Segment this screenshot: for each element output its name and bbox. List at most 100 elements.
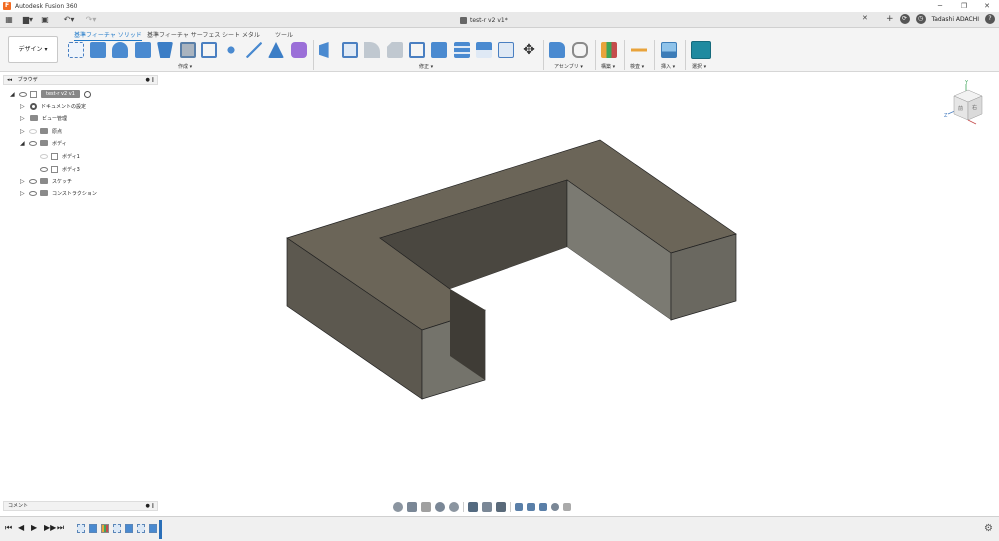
undo-icon[interactable]: ↶▾ [60, 14, 78, 26]
job-status-icon[interactable]: ⟳ [899, 14, 910, 24]
extrude-icon[interactable] [90, 42, 106, 58]
zoom-icon[interactable] [435, 501, 445, 512]
tab-surface[interactable]: 基準フィーチャ サーフェス [147, 30, 220, 39]
insert-image-icon[interactable] [661, 42, 677, 58]
tab-tools[interactable]: ツール [275, 30, 293, 39]
group-create[interactable]: 作成 ▾ [178, 63, 192, 70]
viewcube-right-face[interactable]: 右 [972, 104, 977, 111]
add-tab-button[interactable]: + [886, 14, 894, 24]
window-title: Autodesk Fusion 360 [15, 2, 78, 10]
measure-icon[interactable] [631, 42, 647, 58]
web-icon[interactable] [201, 42, 217, 58]
joint-icon[interactable] [572, 42, 588, 58]
grid-menu-icon[interactable]: ▦ [4, 14, 14, 26]
timeline-next-button[interactable]: ▶▶ [44, 523, 56, 532]
revolve-icon[interactable] [112, 42, 128, 58]
loft-icon[interactable] [157, 42, 173, 58]
timeline-play-button[interactable]: ▶ [31, 523, 37, 532]
combine-icon[interactable] [454, 42, 470, 58]
group-modify[interactable]: 修正 ▾ [419, 63, 433, 70]
select-icon[interactable] [691, 41, 711, 59]
select-vertex-icon[interactable] [551, 502, 559, 511]
sweep-icon[interactable] [135, 42, 151, 58]
orbit-icon[interactable] [393, 501, 403, 512]
pan-icon[interactable] [421, 501, 431, 512]
minimize-button[interactable]: ─ [928, 0, 952, 12]
group-construct[interactable]: 構築 ▾ [601, 63, 615, 70]
group-inspect[interactable]: 検査 ▾ [630, 63, 644, 70]
timeline-extrude-item[interactable] [125, 524, 133, 533]
save-icon[interactable]: ▣ [40, 14, 50, 26]
timeline-extrude-item[interactable] [89, 524, 97, 533]
file-menu-icon[interactable]: ▆▾ [20, 14, 36, 26]
group-insert[interactable]: 挿入 ▾ [661, 63, 675, 70]
timeline-sketch-item[interactable] [113, 524, 121, 533]
pyramid-icon[interactable] [268, 42, 284, 58]
new-component-icon[interactable] [549, 42, 565, 58]
offset-plane-icon[interactable] [601, 42, 617, 58]
separator [654, 40, 655, 70]
select-edge-icon[interactable] [539, 502, 547, 511]
title-bar: F Autodesk Fusion 360 ─ ❐ ✕ [0, 0, 999, 12]
move-icon[interactable]: ✥ [521, 42, 537, 58]
timeline-plane-item[interactable] [101, 524, 109, 533]
timeline-extrude-item[interactable] [149, 524, 157, 533]
select-all-icon[interactable] [563, 502, 571, 511]
viewcube[interactable]: Y Z 前 右 [944, 78, 994, 128]
comments-title: コメント [8, 503, 29, 509]
select-face-icon[interactable] [527, 502, 535, 511]
select-body-icon[interactable] [515, 502, 523, 511]
press-pull-icon[interactable] [319, 42, 329, 58]
timeline-marker[interactable] [159, 520, 162, 539]
pattern-icon[interactable] [223, 42, 239, 58]
fit-icon[interactable] [449, 501, 459, 512]
user-name[interactable]: Tadashi ADACHI [932, 16, 979, 23]
timeline-first-button[interactable]: ⏮ [5, 523, 12, 533]
timeline-settings-icon[interactable]: ⚙ [984, 523, 993, 534]
workspace-switcher[interactable]: デザイン ▾ [8, 36, 58, 63]
draft-icon[interactable] [409, 42, 425, 58]
scale-icon[interactable] [431, 42, 447, 58]
close-tab-button[interactable]: ✕ [862, 14, 868, 22]
timeline-last-button[interactable]: ⏭ [57, 523, 64, 533]
redo-icon[interactable]: ↷▾ [82, 14, 100, 26]
viewcube-front-face[interactable]: 前 [958, 105, 963, 112]
rib-icon[interactable] [180, 42, 196, 58]
comments-options-button[interactable]: ● ∥ [146, 502, 154, 510]
close-window-button[interactable]: ✕ [975, 0, 999, 12]
document-tab-bar: ▦ ▆▾ ▣ ↶▾ ↷▾ test-r v2 v1* ✕ + ⟳ ◷ Tadas… [0, 12, 999, 28]
document-cube-icon [460, 16, 467, 24]
chamfer-icon[interactable] [364, 42, 380, 58]
group-select[interactable]: 選択 ▾ [692, 63, 706, 70]
viewports-icon[interactable] [496, 501, 506, 512]
tab-sheet-metal[interactable]: シート メタル [222, 30, 260, 39]
document-tab[interactable]: test-r v2 v1* [460, 14, 508, 26]
notifications-icon[interactable]: ◷ [915, 14, 926, 24]
separator [510, 501, 511, 512]
viewcube-axis-y: Y [964, 80, 969, 86]
viewport-canvas[interactable] [0, 72, 999, 500]
separator [685, 40, 686, 70]
split-face-icon[interactable] [476, 42, 492, 58]
grid-snap-icon[interactable] [482, 501, 492, 512]
split-body-icon[interactable] [498, 42, 514, 58]
timeline-sketch-item[interactable] [77, 524, 85, 533]
timeline-prev-button[interactable]: ◀ [18, 523, 24, 532]
separator [624, 40, 625, 70]
maximize-button[interactable]: ❐ [952, 0, 976, 12]
group-assemble[interactable]: アセンブリ ▾ [554, 63, 583, 70]
mirror-icon[interactable] [246, 42, 262, 58]
form-icon[interactable] [291, 42, 307, 58]
comments-panel-header[interactable]: コメント ● ∥ [3, 501, 158, 511]
create-sketch-icon[interactable] [68, 42, 84, 58]
fillet-icon[interactable] [342, 42, 358, 58]
timeline-bar: ⏮ ◀ ▶ ▶▶ ⏭ ⚙ [0, 516, 999, 541]
separator [595, 40, 596, 70]
help-icon[interactable]: ? [985, 14, 995, 24]
display-settings-icon[interactable] [468, 501, 478, 512]
look-at-icon[interactable] [407, 501, 417, 512]
tab-solid[interactable]: 基準フィーチャ ソリッド [74, 30, 142, 41]
timeline-sketch-item[interactable] [137, 524, 145, 533]
fusion-logo-icon: F [3, 2, 11, 10]
shell-icon[interactable] [387, 42, 403, 58]
